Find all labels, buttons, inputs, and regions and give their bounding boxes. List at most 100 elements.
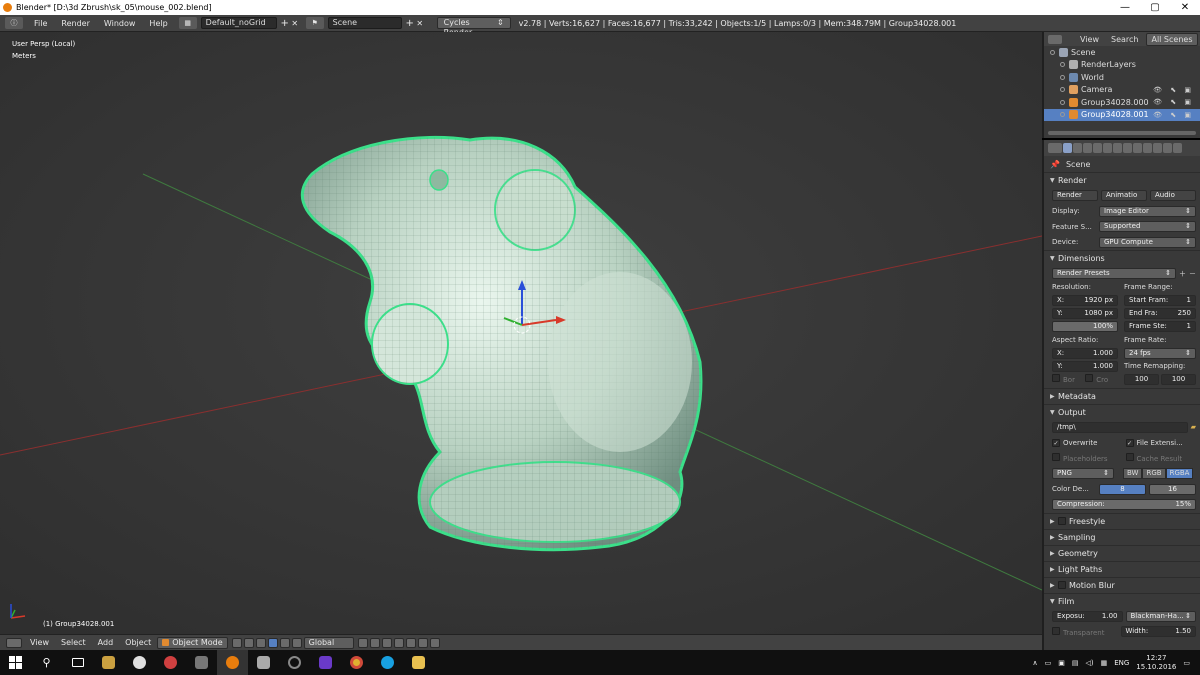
particles-tab-icon[interactable]	[1163, 143, 1172, 153]
frame-step-field[interactable]: Frame Ste: 1	[1124, 320, 1196, 332]
taskbar-app-1[interactable]	[93, 650, 124, 675]
editor-type-icon[interactable]	[6, 637, 22, 648]
file-format-select[interactable]: PNG ⇕	[1052, 468, 1114, 480]
keyboard-icon[interactable]: ▦	[1101, 659, 1108, 667]
menu-view[interactable]: View	[24, 638, 55, 647]
menu-window[interactable]: Window	[97, 19, 143, 28]
editor-type-icon[interactable]	[1048, 143, 1062, 153]
close-button[interactable]: ✕	[1170, 0, 1200, 15]
scene-field[interactable]: Scene	[327, 17, 402, 29]
resolution-percent-slider[interactable]: 100%	[1052, 320, 1118, 332]
file-extension-checkbox[interactable]: ✓	[1125, 439, 1134, 447]
feature-set-select[interactable]: Supported ⇕	[1099, 221, 1196, 233]
taskbar-app-chrome[interactable]	[341, 650, 372, 675]
tray-app-icon[interactable]: ▣	[1058, 659, 1065, 667]
color-depth-16-button[interactable]: 16	[1149, 483, 1196, 495]
lock-icon[interactable]	[393, 637, 404, 648]
film-section-header[interactable]: ▼ Film	[1044, 594, 1200, 609]
color-rgba-button[interactable]: RGBA	[1165, 468, 1194, 480]
outliner-row[interactable]: Camera 👁 ⬉ ▣	[1044, 84, 1200, 97]
taskbar-app-blender[interactable]	[217, 650, 248, 675]
manipulator-icon[interactable]	[255, 637, 266, 648]
snap-icon[interactable]	[417, 637, 428, 648]
pin-icon[interactable]: 📌	[1050, 160, 1060, 169]
tray-app-icon[interactable]: ▭	[1045, 659, 1052, 667]
expand-icon[interactable]	[1050, 49, 1055, 55]
filter-width-field[interactable]: Width: 1.50	[1120, 626, 1196, 638]
editor-type-icon[interactable]: ⓘ	[5, 17, 23, 29]
editor-type-icon[interactable]	[1048, 34, 1062, 44]
add-layout-button[interactable]: +	[280, 18, 290, 29]
menu-help[interactable]: Help	[142, 19, 174, 28]
world-tab-icon[interactable]	[1093, 143, 1102, 153]
audio-button[interactable]: Audio	[1150, 190, 1196, 202]
visibility-icon[interactable]: 👁 ⬉ ▣	[1153, 98, 1194, 106]
chevron-up-icon[interactable]: ∧	[1032, 659, 1037, 667]
start-frame-field[interactable]: Start Fram: 1	[1124, 294, 1196, 306]
output-path-field[interactable]: /tmp\	[1052, 421, 1188, 433]
section-header[interactable]: ▶ Freestyle	[1044, 514, 1200, 529]
end-frame-field[interactable]: End Fra: 250	[1124, 307, 1196, 319]
tab-view[interactable]: View	[1076, 34, 1103, 45]
exposure-field[interactable]: Exposu: 1.00	[1052, 610, 1123, 622]
screen-layout-field[interactable]: Default_noGrid	[200, 17, 277, 29]
network-icon[interactable]: ▤	[1072, 659, 1079, 667]
scene-icon[interactable]: ⚑	[305, 17, 324, 29]
modifiers-tab-icon[interactable]	[1123, 143, 1132, 153]
resolution-y-field[interactable]: Y: 1080 px	[1052, 307, 1118, 319]
section-header[interactable]: ▶ Light Paths	[1044, 562, 1200, 577]
render-preview-icon[interactable]	[429, 637, 440, 648]
outliner-row[interactable]: Scene	[1044, 46, 1200, 59]
tab-search[interactable]: Search	[1107, 34, 1142, 45]
crop-checkbox[interactable]	[1085, 373, 1094, 382]
taskbar-app-skype[interactable]	[372, 650, 403, 675]
taskbar-app-zbrush[interactable]	[186, 650, 217, 675]
render-section-header[interactable]: ▼ Render	[1044, 173, 1200, 188]
aspect-x-field[interactable]: X: 1.000	[1052, 347, 1118, 359]
placeholders-checkbox[interactable]	[1052, 453, 1060, 462]
taskbar-app-explorer[interactable]	[403, 650, 434, 675]
section-header[interactable]: ▶ Geometry	[1044, 546, 1200, 561]
display-select[interactable]: Image Editor ⇕	[1099, 205, 1196, 217]
translate-icon[interactable]	[267, 637, 278, 648]
render-tab-icon[interactable]	[1063, 143, 1072, 153]
constraints-tab-icon[interactable]	[1113, 143, 1122, 153]
add-preset-button[interactable]: ＋	[1179, 269, 1186, 279]
outliner-row[interactable]: Group34028.001 👁 ⬉ ▣	[1044, 108, 1200, 121]
border-checkbox[interactable]	[1052, 373, 1060, 382]
taskbar-app-5[interactable]	[279, 650, 310, 675]
visibility-icon[interactable]: 👁 ⬉ ▣	[1153, 111, 1194, 119]
start-button[interactable]	[0, 650, 31, 675]
menu-render[interactable]: Render	[54, 19, 96, 28]
layers-icon[interactable]	[357, 637, 368, 648]
section-enable-checkbox[interactable]	[1058, 517, 1066, 525]
color-rgb-button[interactable]: RGB	[1142, 468, 1166, 480]
cache-result-checkbox[interactable]	[1125, 453, 1134, 462]
render-presets-select[interactable]: Render Presets ⇕	[1052, 268, 1176, 280]
output-section-header[interactable]: ▼ Output	[1044, 405, 1200, 420]
remove-scene-button[interactable]: ✕	[415, 19, 425, 28]
3d-viewport[interactable]: User Persp (Local) Meters (1) Group34028…	[0, 32, 1042, 634]
remove-preset-button[interactable]: －	[1189, 269, 1196, 279]
menu-object[interactable]: Object	[119, 638, 157, 647]
proportional-edit-icon[interactable]	[405, 637, 416, 648]
mode-select[interactable]: Object Mode	[157, 636, 228, 649]
outliner-scrollbar[interactable]	[1048, 131, 1196, 135]
physics-tab-icon[interactable]	[1173, 143, 1182, 153]
layers-icon[interactable]	[381, 637, 392, 648]
section-enable-checkbox[interactable]	[1058, 581, 1066, 589]
transparent-checkbox[interactable]	[1052, 626, 1060, 635]
animation-button[interactable]: Animatio	[1101, 190, 1147, 202]
resolution-x-field[interactable]: X: 1920 px	[1052, 294, 1118, 306]
maximize-button[interactable]: ▢	[1140, 0, 1170, 15]
task-view-button[interactable]	[62, 650, 93, 675]
outliner-row[interactable]: World	[1044, 71, 1200, 84]
metadata-section-header[interactable]: ▶ Metadata	[1044, 389, 1200, 404]
expand-icon[interactable]	[1060, 87, 1065, 93]
taskbar-app-6[interactable]	[310, 650, 341, 675]
search-button[interactable]: ⚲	[31, 650, 62, 675]
menu-add[interactable]: Add	[92, 638, 120, 647]
screen-layout-icon[interactable]: ▦	[178, 17, 197, 29]
overwrite-checkbox[interactable]: ✓	[1052, 439, 1060, 447]
remap-new-field[interactable]: 100	[1161, 373, 1196, 385]
